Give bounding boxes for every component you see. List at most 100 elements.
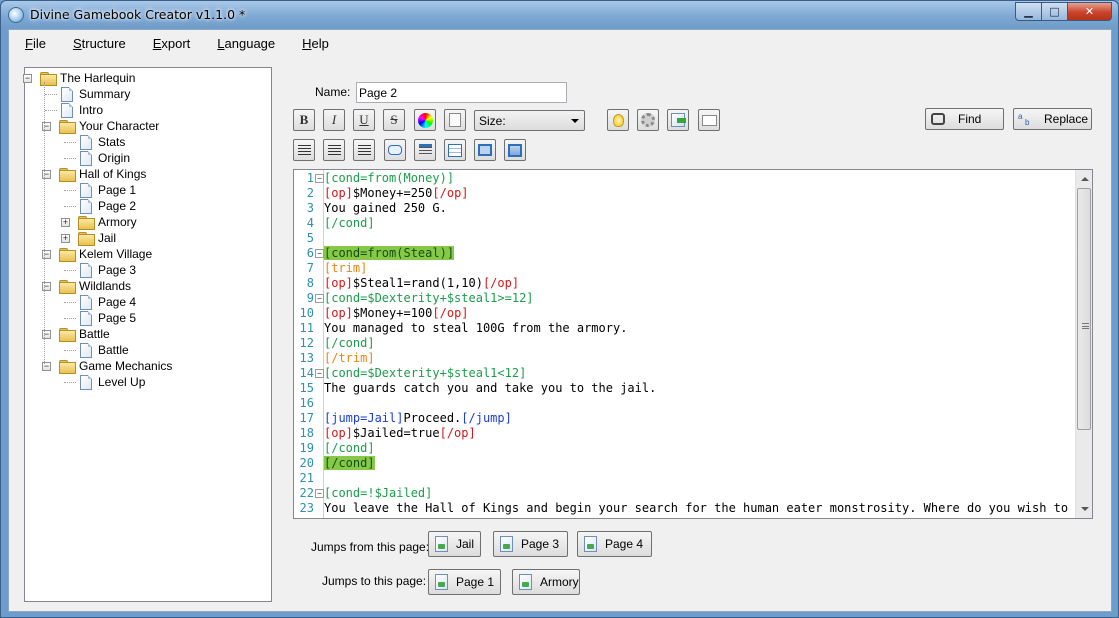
fold-toggle-icon[interactable]: − — [315, 489, 324, 498]
jump-to-button[interactable]: Page 1 — [428, 569, 501, 595]
table-icon — [448, 143, 462, 157]
tree-folder[interactable]: Battle — [59, 326, 110, 342]
align-center-button[interactable] — [323, 139, 345, 161]
fold-toggle-icon[interactable]: − — [315, 174, 324, 183]
frame-button[interactable] — [474, 139, 496, 161]
jump-from-button[interactable]: Jail — [428, 531, 481, 557]
jumps-from-label: Jumps from this page: — [311, 540, 430, 554]
code-token: [/cond] — [324, 456, 375, 470]
menu-export[interactable]: Export — [145, 36, 191, 51]
scroll-up-icon[interactable] — [1081, 177, 1089, 181]
menu-file[interactable]: File — [17, 36, 46, 51]
page-link-icon — [519, 574, 532, 590]
folder-icon — [59, 279, 76, 294]
hint-button[interactable] — [607, 109, 629, 131]
tree-page[interactable]: Page 3 — [78, 262, 136, 278]
jump-from-button[interactable]: Page 4 — [577, 531, 652, 557]
tree-page[interactable]: Origin — [78, 150, 130, 166]
code-token: You gained 250 G. — [324, 201, 447, 215]
table-button[interactable] — [444, 139, 466, 161]
tree-page[interactable]: Page 2 — [78, 198, 136, 214]
tree-folder[interactable]: Hall of Kings — [59, 166, 146, 182]
align-left-button[interactable] — [293, 139, 315, 161]
color-button[interactable] — [414, 109, 436, 131]
tree-page[interactable]: Page 4 — [78, 294, 136, 310]
scroll-thumb[interactable] — [1077, 188, 1091, 430]
tree-folder[interactable]: Wildlands — [59, 278, 131, 294]
page-link-icon — [500, 536, 513, 552]
page-name-input[interactable]: Page 2 — [356, 82, 567, 103]
structure-tree[interactable]: The Harlequin − Summary Intro Your Character… — [23, 67, 272, 602]
jump-to-button[interactable]: Armory — [512, 569, 580, 595]
settings-button[interactable] — [637, 109, 659, 131]
lightbulb-icon — [612, 113, 624, 127]
italic-button[interactable]: I — [323, 109, 345, 131]
frame-icon — [478, 144, 492, 156]
tree-page[interactable]: Stats — [78, 134, 125, 150]
tree-page[interactable]: Page 5 — [78, 310, 136, 326]
line-number: 18 — [299, 426, 314, 440]
tree-connector — [64, 142, 76, 143]
tree-folder[interactable]: Jail — [78, 230, 116, 246]
menu-structure[interactable]: Structure — [65, 36, 126, 51]
client-area: File Structure Export Language Help The … — [8, 29, 1112, 612]
collapse-icon[interactable]: − — [23, 74, 32, 83]
tree-item-label: Summary — [79, 87, 131, 101]
tree-folder[interactable]: The Harlequin — [40, 70, 135, 86]
maximize-button[interactable]: □ — [1042, 2, 1068, 21]
code-token: [/op] — [432, 186, 469, 200]
find-button[interactable]: Find — [925, 108, 1004, 130]
menu-language[interactable]: Language — [209, 36, 275, 51]
tree-folder[interactable]: Your Character — [59, 118, 159, 134]
close-button[interactable]: ✕ — [1068, 2, 1112, 21]
code-token: You leave the Hall of Kings and begin yo… — [324, 501, 1069, 515]
tree-folder[interactable]: Kelem Village — [59, 246, 152, 262]
tree-page[interactable]: Summary — [59, 86, 130, 102]
tree-page[interactable]: Level Up — [78, 374, 145, 390]
document-icon — [449, 113, 461, 127]
tree-item-label: Battle — [98, 343, 129, 357]
tree-connector — [64, 158, 76, 159]
strikethrough-button[interactable]: S — [383, 109, 405, 131]
bold-button[interactable]: B — [293, 109, 315, 131]
tree-item-label: Kelem Village — [79, 247, 153, 261]
scroll-down-icon[interactable] — [1081, 507, 1089, 511]
code-editor[interactable]: 1− [cond=from(Money)] 2 [op]$Money+=250[/op… — [293, 169, 1093, 519]
line-number: 4 — [306, 216, 314, 230]
jump-from-button[interactable]: Page 3 — [493, 531, 568, 557]
tree-connector — [64, 350, 76, 351]
tree-folder[interactable]: Armory — [78, 214, 137, 230]
code-token: [cond=$Dexterity+$steal1>=12] — [324, 291, 534, 305]
minimize-button[interactable]: ▁ — [1015, 2, 1042, 21]
tree-connector — [64, 318, 76, 319]
note-button[interactable] — [444, 109, 466, 131]
tree-folder[interactable]: Game Mechanics — [59, 358, 172, 374]
title-bar[interactable]: Divine Gamebook Creator v1.1.0 * ▁ □ ✕ — [1, 1, 1118, 29]
jump-insert-button[interactable] — [667, 109, 689, 131]
line-number: 20 — [299, 456, 314, 470]
tree-page[interactable]: Page 1 — [78, 182, 136, 198]
blank-button[interactable] — [698, 109, 720, 131]
size-select[interactable]: Size: — [474, 110, 585, 131]
fold-toggle-icon[interactable]: − — [315, 294, 324, 303]
vertical-scrollbar[interactable] — [1075, 170, 1092, 518]
page-icon — [80, 342, 92, 358]
tree-connector — [64, 190, 76, 191]
fold-toggle-icon[interactable]: − — [315, 369, 324, 378]
tree-page[interactable]: Intro — [59, 102, 103, 118]
align-right-button[interactable] — [353, 139, 375, 161]
code-token: [/op] — [439, 426, 476, 440]
menu-help[interactable]: Help — [294, 36, 329, 51]
tree-connector — [64, 206, 76, 207]
underline-button[interactable]: U — [353, 109, 375, 131]
color-wheel-icon — [417, 112, 433, 128]
expand-icon[interactable]: + — [61, 234, 70, 243]
heading-button[interactable] — [414, 139, 436, 161]
replace-button[interactable]: ab Replace — [1013, 108, 1092, 130]
expand-icon[interactable]: + — [61, 218, 70, 227]
tree-page[interactable]: Battle — [78, 342, 129, 358]
speech-button[interactable] — [384, 139, 406, 161]
image-button[interactable] — [504, 139, 526, 161]
tree-item-label: Jail — [98, 231, 117, 245]
fold-toggle-icon[interactable]: − — [315, 249, 324, 258]
